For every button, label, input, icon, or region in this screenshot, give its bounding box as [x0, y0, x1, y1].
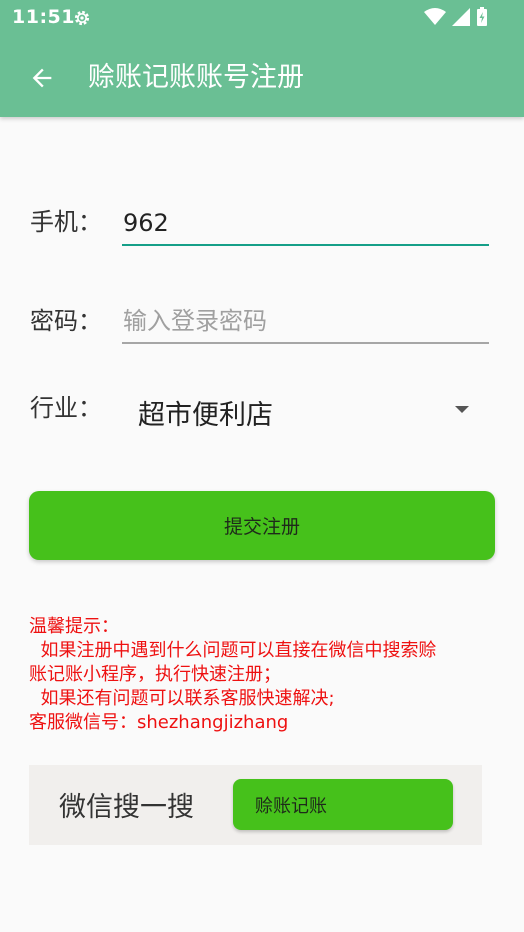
tips-section: 温馨提示： 如果注册中遇到什么问题可以直接在微信中搜索赊 账记账小程序，执行快速… [29, 615, 499, 735]
page-title: 赊账记账账号注册 [88, 62, 304, 93]
tips-line: 如果还有问题可以联系客服快速解决; [29, 688, 335, 709]
app-bar: 11:51 赊账记账账号注册 [0, 0, 524, 117]
wechat-search-box: 微信搜一搜 赊账记账 [29, 765, 482, 845]
tips-line: 如果注册中遇到什么问题可以直接在微信中搜索赊 [29, 640, 437, 661]
submit-register-button[interactable]: 提交注册 [29, 491, 495, 560]
industry-selected-value: 超市便利店 [138, 400, 273, 431]
password-label: 密码： [30, 307, 102, 335]
tips-title: 温馨提示： [29, 616, 119, 637]
phone-input[interactable] [122, 202, 489, 246]
wifi-icon [424, 8, 446, 25]
wechat-search-label: 微信搜一搜 [59, 792, 194, 823]
wechat-search-keyword-button[interactable]: 赊账记账 [233, 779, 453, 830]
industry-label: 行业： [30, 394, 102, 422]
industry-select[interactable]: 超市便利店 [122, 388, 489, 432]
signal-icon [452, 8, 470, 26]
battery-icon [477, 7, 487, 26]
tips-line: 账记账小程序，执行快速注册； [29, 664, 281, 685]
phone-label: 手机： [30, 208, 102, 236]
status-icons [424, 6, 488, 28]
back-button[interactable] [22, 58, 62, 98]
password-input[interactable] [122, 300, 489, 344]
settings-gear-icon [74, 10, 90, 26]
tips-line: 客服微信号：shezhangjizhang [29, 712, 289, 733]
arrow-back-icon [32, 68, 52, 88]
status-bar: 11:51 [0, 0, 524, 36]
dropdown-arrow-icon [455, 406, 469, 413]
status-time: 11:51 [12, 6, 75, 28]
